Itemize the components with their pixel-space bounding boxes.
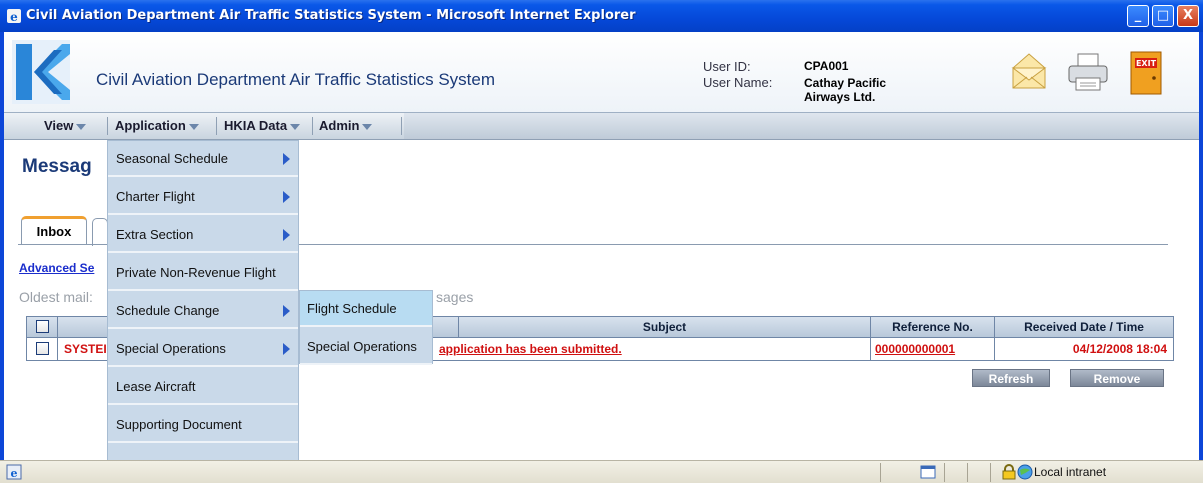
cad-logo-icon [12,40,70,104]
page-title: Messag [22,156,92,177]
menu-admin[interactable]: Admin [319,113,373,139]
app-title: Civil Aviation Department Air Traffic St… [96,70,496,89]
user-name-value-2: Airways Ltd. [804,90,876,104]
submenu-arrow-icon [283,191,290,203]
page-icon: e [6,464,22,480]
intranet-globe-icon [1017,464,1033,480]
schedule-change-submenu: Flight Schedule Special Operations [299,290,433,365]
submenu-item-special-operations[interactable]: Special Operations [300,329,432,365]
user-name-label: User Name: [703,75,773,90]
close-button[interactable]: X [1177,5,1199,27]
row-reference-link[interactable]: 000000000001 [870,338,994,360]
remove-button[interactable]: Remove [1070,369,1164,387]
status-bar: e Local intranet [0,460,1203,483]
select-all-checkbox[interactable] [36,320,49,333]
submenu-arrow-icon [283,343,290,355]
app-header: Civil Aviation Department Air Traffic St… [4,32,1199,112]
menu-item-seasonal-schedule[interactable]: Seasonal Schedule [108,141,298,177]
tab-hidden[interactable] [92,218,108,246]
menu-item-private-non-revenue-flight[interactable]: Private Non-Revenue Flight [108,255,298,291]
refresh-button[interactable]: Refresh [972,369,1050,387]
column-reference[interactable]: Reference No. [870,317,994,337]
menu-item-lease-aircraft[interactable]: Lease Aircraft [108,369,298,405]
column-subject[interactable]: Subject [458,317,870,337]
menu-application[interactable]: Application [115,113,199,139]
user-name-value-1: Cathay Pacific [804,76,887,90]
menu-view[interactable]: View [44,113,87,139]
svg-text:e: e [10,10,18,24]
browser-window: e Civil Aviation Department Air Traffic … [0,0,1203,483]
chevron-down-icon [362,123,373,130]
lock-icon [1002,464,1016,480]
printer-icon[interactable] [1066,50,1110,94]
security-zone-label: Local intranet [1034,465,1107,479]
row-checkbox[interactable] [36,342,49,355]
svg-text:e: e [11,467,18,480]
chevron-down-icon [290,123,301,130]
svg-text:EXIT: EXIT [1136,59,1157,68]
maximize-button[interactable]: □ [1152,5,1174,27]
minimize-button[interactable]: _ [1127,5,1149,27]
main-menu-bar: View Application HKIA Data Admin [4,112,1199,140]
page-view-icon[interactable] [920,465,936,479]
tab-inbox[interactable]: Inbox [21,216,87,244]
menu-item-schedule-change[interactable]: Schedule Change [108,293,298,329]
menu-item-extra-section[interactable]: Extra Section [108,217,298,253]
submenu-arrow-icon [283,153,290,165]
chevron-down-icon [76,123,87,130]
advanced-search-link[interactable]: Advanced Se [19,261,94,275]
menu-item-special-operations[interactable]: Special Operations [108,331,298,367]
menu-hkia-data[interactable]: HKIA Data [224,113,301,139]
oldest-mail-text: Oldest mail: [19,289,93,305]
row-received: 04/12/2008 18:04 [994,338,1173,360]
page-client: Civil Aviation Department Air Traffic St… [4,32,1199,472]
menu-item-supporting-document[interactable]: Supporting Document [108,407,298,443]
column-received[interactable]: Received Date / Time [994,317,1173,337]
user-id-label: User ID: [703,59,751,74]
submenu-item-flight-schedule[interactable]: Flight Schedule [300,291,432,327]
title-bar: e Civil Aviation Department Air Traffic … [0,0,1203,32]
user-id-value: CPA001 [804,59,849,73]
chevron-down-icon [188,123,199,130]
column-sender [57,317,59,337]
mail-icon[interactable] [1009,50,1049,94]
menu-item-charter-flight[interactable]: Charter Flight [108,179,298,215]
submenu-arrow-icon [283,305,290,317]
ie-icon: e [7,9,21,24]
application-dropdown: Seasonal Schedule Charter Flight Extra S… [107,140,299,472]
messages-suffix-text: sages [436,289,474,305]
window-title: Civil Aviation Department Air Traffic St… [26,8,636,23]
submenu-arrow-icon [283,229,290,241]
exit-icon[interactable]: EXIT [1129,50,1163,96]
row-subject-link[interactable]: application has been submitted. [437,338,870,360]
